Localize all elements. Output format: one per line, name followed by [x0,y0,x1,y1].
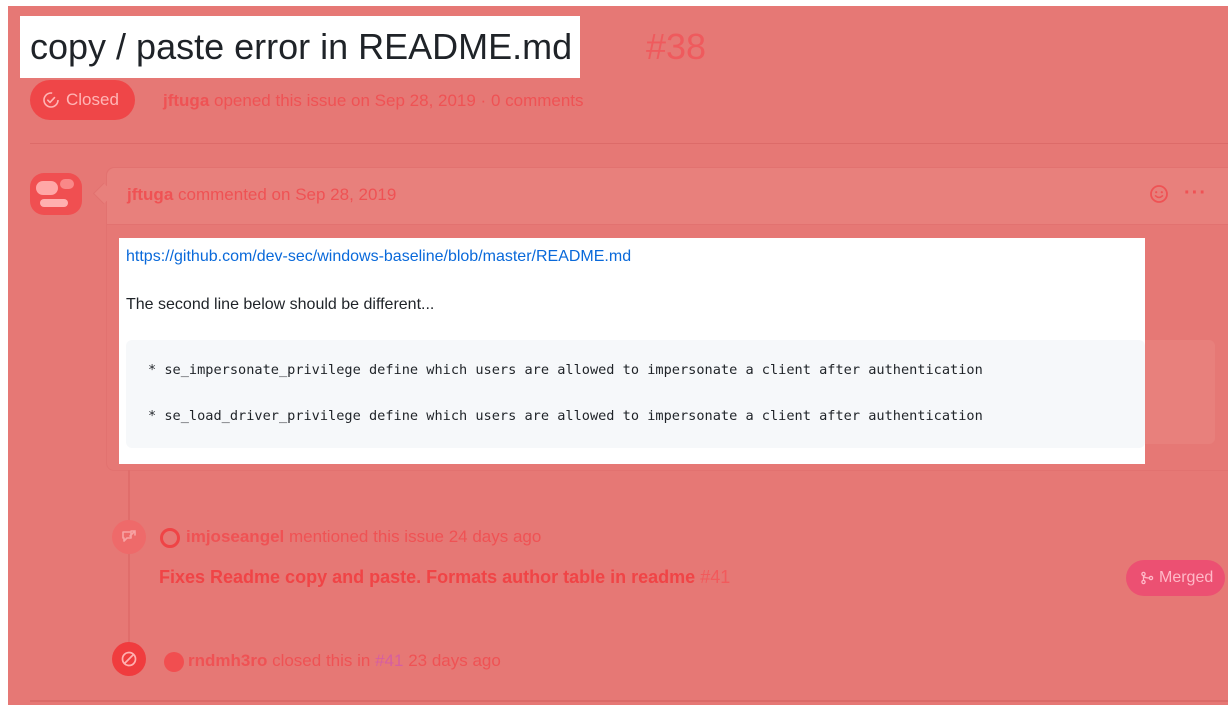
avatar[interactable] [164,652,184,672]
avatar[interactable] [30,173,82,215]
closed-time: 23 days ago [408,651,501,670]
code-block-overflow [1145,340,1215,444]
header-divider [30,143,1228,144]
status-label: Closed [66,90,119,109]
issue-opened-text: opened this issue on Sep 28, 2019 · 0 co… [214,91,584,110]
cross-reference-icon [122,530,136,542]
merged-label: Merged [1159,569,1214,586]
circle-slash-icon [121,651,137,667]
closed-text: closed this in [272,651,371,670]
issue-meta: jftuga opened this issue on Sep 28, 2019… [163,91,584,111]
issue-title: copy / paste error in README.md [30,26,573,67]
comment-link[interactable]: https://github.com/dev-sec/windows-basel… [126,248,631,266]
pr-title[interactable]: Fixes Readme copy and paste. Formats aut… [159,567,695,587]
comment-body-highlight: https://github.com/dev-sec/windows-basel… [119,238,1145,464]
issue-title-highlight: copy / paste error in README.md [20,16,581,78]
closed-event: rndmh3ro closed this in #41 23 days ago [188,651,501,671]
mention-text: mentioned this issue 24 days ago [289,527,542,546]
issue-author-link[interactable]: jftuga [163,91,209,110]
pr-link[interactable]: Fixes Readme copy and paste. Formats aut… [159,567,730,588]
comment-paragraph: The second line below should be differen… [126,296,435,313]
pr-number[interactable]: #41 [700,567,730,587]
smiley-icon[interactable] [1149,184,1169,204]
comment-date[interactable]: commented on Sep 28, 2019 [178,185,396,204]
closed-ref-link[interactable]: #41 [375,651,403,670]
closer-user-link[interactable]: rndmh3ro [188,651,267,670]
code-line: * se_impersonate_privilege define which … [148,362,983,378]
mention-user-link[interactable]: imjoseangel [186,527,284,546]
timeline-divider [30,700,1228,702]
code-block: * se_impersonate_privilege define which … [126,340,1145,448]
code-line: * se_load_driver_privilege define which … [148,408,983,424]
git-merge-icon [1141,571,1154,585]
kebab-icon[interactable]: ··· [1184,182,1207,205]
closed-event-badge [112,642,146,676]
status-badge: Closed [30,80,135,120]
mention-event: imjoseangel mentioned this issue 24 days… [186,527,541,547]
avatar[interactable] [160,528,180,548]
merged-badge: Merged [1126,560,1226,596]
comment-author-link[interactable]: jftuga [127,185,173,204]
issue-closed-icon [43,92,59,108]
cross-reference-badge [112,520,146,554]
issue-page: copy / paste error in README.md #38 Clos… [8,6,1228,705]
comment-meta: jftuga commented on Sep 28, 2019 [127,185,396,205]
timeline-line [128,470,130,656]
issue-number: #38 [646,26,707,67]
